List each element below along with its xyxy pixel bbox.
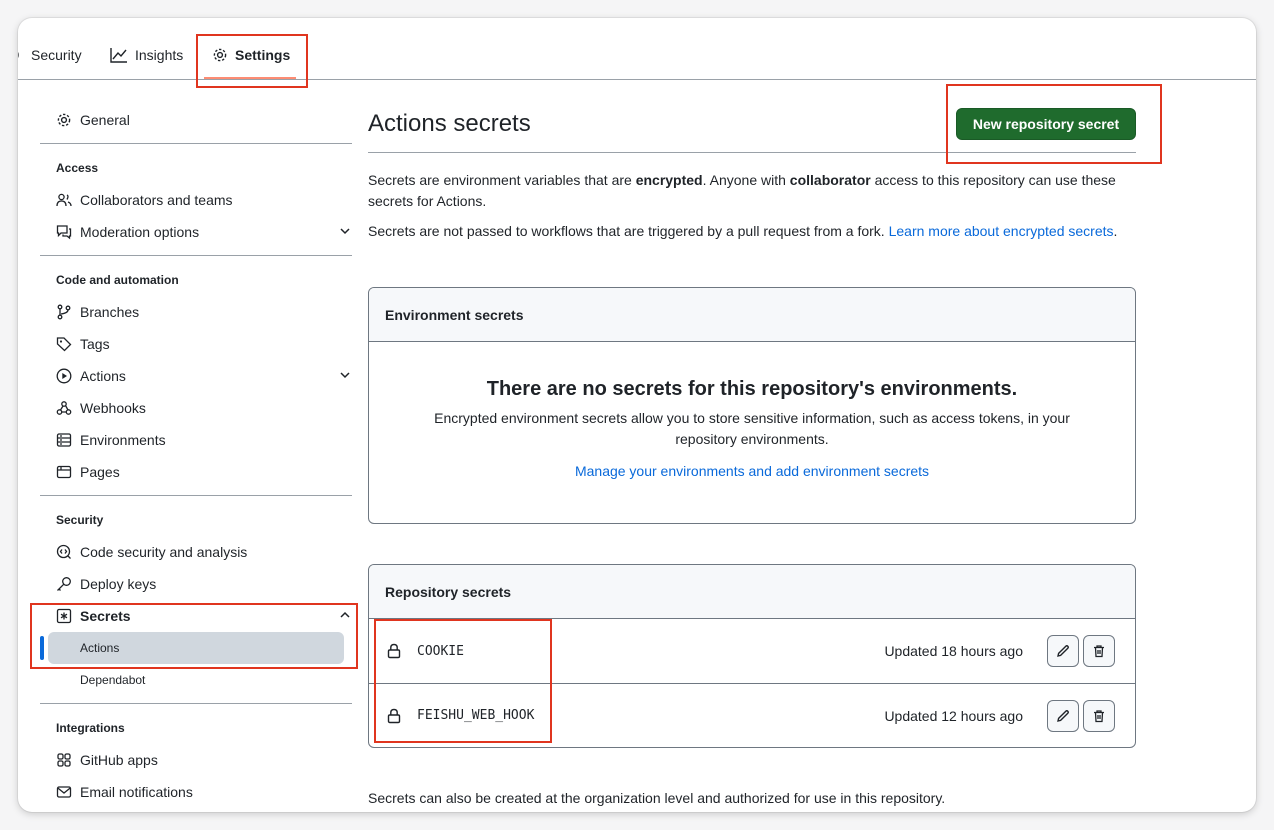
shield-icon [18, 47, 24, 63]
repository-secrets-header: Repository secrets [369, 565, 1135, 619]
sidebar-item-label: Webhooks [80, 400, 146, 416]
sidebar-heading-code-automation: Code and automation [56, 273, 179, 287]
intro-text: Secrets are environment variables that a… [368, 172, 636, 188]
secret-updated-time: Updated 18 hours ago [884, 643, 1023, 659]
empty-state-title: There are no secrets for this repository… [486, 378, 1018, 400]
sidebar-item-github-apps[interactable]: GitHub apps [56, 748, 352, 772]
sidebar-divider [40, 495, 352, 496]
chevron-down-icon [338, 368, 352, 385]
trash-icon [1092, 709, 1106, 723]
sidebar-item-actions[interactable]: Actions [56, 364, 352, 388]
git-branch-icon [56, 304, 72, 320]
browser-icon [56, 464, 72, 480]
sidebar-item-branches[interactable]: Branches [56, 300, 352, 324]
intro-paragraph-2: Secrets are not passed to workflows that… [368, 221, 1118, 242]
sidebar-item-label: GitHub apps [80, 752, 158, 768]
apps-icon [56, 752, 72, 768]
sidebar-item-email-notifications[interactable]: Email notifications [56, 780, 352, 804]
sidebar-item-code-security[interactable]: Code security and analysis [56, 540, 352, 564]
sidebar-item-moderation[interactable]: Moderation options [56, 220, 352, 244]
comment-discussion-icon [56, 224, 72, 240]
sidebar-item-deploy-keys[interactable]: Deploy keys [56, 572, 352, 596]
server-icon [56, 432, 72, 448]
intro-emphasis: encrypted [635, 172, 703, 188]
sidebar-item-label: Pages [80, 464, 120, 480]
highlight-box-settings [196, 34, 308, 88]
org-secrets-note: Secrets can also be created at the organ… [368, 790, 946, 806]
intro-text: . [1113, 223, 1118, 239]
tab-security[interactable]: Security [18, 45, 82, 65]
sidebar-item-environments[interactable]: Environments [56, 428, 352, 452]
sidebar-item-pages[interactable]: Pages [56, 460, 352, 484]
gear-icon [56, 112, 72, 128]
intro-text: Secrets are not passed to workflows that… [368, 223, 889, 239]
highlight-box-new-secret [946, 84, 1162, 164]
highlight-box-secrets [30, 603, 358, 669]
sidebar-divider [40, 255, 352, 256]
intro-emphasis: collaborator [789, 172, 871, 188]
sidebar-item-webhooks[interactable]: Webhooks [56, 396, 352, 420]
tag-icon [56, 336, 72, 352]
chevron-down-icon [338, 224, 352, 241]
mail-icon [56, 784, 72, 800]
learn-more-link[interactable]: Learn more about encrypted secrets [889, 223, 1114, 239]
sidebar-item-tags[interactable]: Tags [56, 332, 352, 356]
key-icon [56, 576, 72, 592]
pencil-icon [1056, 709, 1070, 723]
sidebar-heading-integrations: Integrations [56, 721, 125, 735]
sidebar-item-label: Branches [80, 304, 140, 320]
sidebar-item-general[interactable]: General [56, 108, 352, 132]
tab-label: Security [31, 47, 82, 63]
delete-secret-button[interactable] [1083, 700, 1115, 732]
sidebar-item-label: Email notifications [80, 784, 193, 800]
play-icon [56, 368, 72, 384]
highlight-box-secret-names [374, 619, 552, 743]
environment-secrets-header: Environment secrets [369, 288, 1135, 342]
page-title: Actions secrets [368, 110, 531, 137]
delete-secret-button[interactable] [1083, 635, 1115, 667]
browser-window: Security Insights Settings General Acces… [18, 18, 1256, 812]
sidebar-item-collaborators[interactable]: Collaborators and teams [56, 188, 352, 212]
graph-icon [110, 47, 128, 63]
sidebar-item-label: Deploy keys [80, 576, 157, 592]
environment-secrets-box: Environment secrets There are no secrets… [368, 287, 1136, 524]
sidebar-divider [40, 703, 352, 704]
edit-secret-button[interactable] [1047, 635, 1079, 667]
empty-state-description: Encrypted environment secrets allow you … [434, 410, 1070, 447]
sidebar-item-label: Moderation options [80, 224, 200, 240]
sidebar-item-label: Tags [80, 336, 110, 352]
manage-environments-link[interactable]: Manage your environments and add environ… [369, 463, 1135, 479]
sidebar-item-label: Actions [80, 368, 126, 384]
intro-text: . Anyone with [702, 172, 790, 188]
sidebar-heading-access: Access [56, 161, 99, 175]
trash-icon [1092, 644, 1106, 658]
sidebar-item-label: Code security and analysis [80, 544, 248, 560]
codescan-icon [56, 544, 72, 560]
edit-secret-button[interactable] [1047, 700, 1079, 732]
pencil-icon [1056, 644, 1070, 658]
secret-updated-time: Updated 12 hours ago [884, 707, 1023, 724]
intro-paragraph-1: Secrets are environment variables that a… [368, 170, 1118, 212]
people-icon [56, 192, 72, 208]
sidebar-subitem-dependabot[interactable]: Dependabot [80, 673, 145, 687]
tab-label: Insights [135, 47, 184, 63]
sidebar-heading-security: Security [56, 513, 104, 527]
tab-insights[interactable]: Insights [110, 45, 183, 65]
sidebar-divider [40, 143, 352, 144]
sidebar-item-label: General [80, 112, 130, 128]
sidebar-item-label: Collaborators and teams [80, 192, 233, 208]
sidebar-item-label: Environments [80, 432, 166, 448]
webhook-icon [56, 400, 72, 416]
